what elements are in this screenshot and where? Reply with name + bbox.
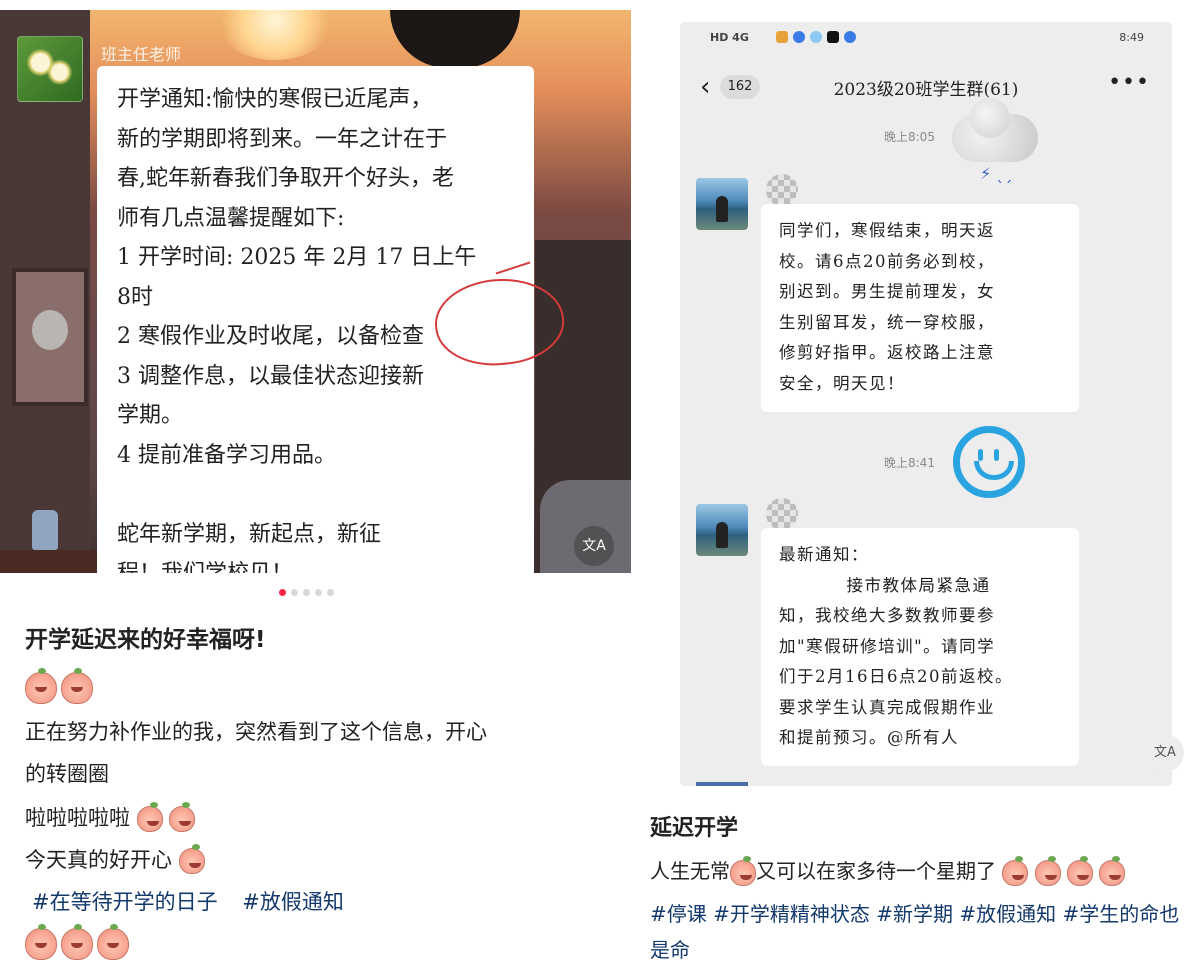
post-body-line: 的转圈圈 [25, 762, 109, 786]
chat-screenshot[interactable]: HD 4G 8:49 ‹ 162 2023级20班学生群(61) ••• 晚上8… [680, 22, 1172, 786]
chat-message-bubble[interactable]: 最新通知： 接市教体局紧急通 知，我校绝大多数教师要参 加"寒假研修培训"。请同… [761, 528, 1079, 766]
post-body-line: 今天真的好开心 [25, 844, 205, 874]
sender-name: 班主任老师 [101, 45, 182, 64]
post-image-carousel[interactable]: 班主任老师 开学通知:愉快的寒假已近尾声， 新的学期即将到来。一年之计在于 春,… [0, 10, 631, 573]
post-body-text: 又可以在家多待一个星期了 [756, 859, 996, 883]
smiley-sticker-icon [953, 426, 1025, 498]
cloud-sticker-icon [952, 98, 1038, 162]
post-body-line: 正在努力补作业的我，突然看到了这个信息，开心 [25, 720, 487, 744]
status-time: 8:49 [1119, 31, 1144, 44]
character-hair-graphic [390, 10, 520, 68]
peach-emoji-icon [1099, 855, 1126, 886]
peach-emoji-icon [25, 924, 57, 960]
post-body-text: 人生无常 [650, 859, 730, 883]
peach-emoji-icon [169, 802, 196, 832]
carousel-indicator [279, 589, 334, 597]
app-icon [793, 31, 805, 43]
left-post: 班主任老师 开学通知:愉快的寒假已近尾声， 新的学期即将到来。一年之计在于 春,… [0, 0, 631, 967]
cat-picture-graphic [12, 268, 88, 406]
translate-button[interactable]: 文A [574, 526, 614, 566]
hashtag-list[interactable]: #停课 #开学精精神状态 #新学期 #放假通知 #学生的命也是命 [650, 896, 1180, 968]
rain-drops-icon: ⚡︎ ˎˏ [980, 164, 1013, 183]
tag-row: #在等待开学的日子 #放假通知 [32, 886, 344, 916]
message-timestamp: 晚上8:41 [884, 456, 935, 470]
peach-emoji-icon [1002, 855, 1029, 886]
carousel-dot[interactable] [327, 589, 334, 596]
next-message-avatar [696, 782, 748, 786]
peach-emoji-icon [730, 855, 756, 886]
peach-emoji-icon [61, 924, 93, 960]
message-timestamp: 晚上8:05 [884, 130, 935, 144]
peach-emoji-icon [25, 668, 57, 704]
carousel-dot[interactable] [315, 589, 322, 596]
app-icon [776, 31, 788, 43]
emoji-row [25, 668, 93, 704]
peach-emoji-icon [61, 668, 93, 704]
carousel-dot[interactable] [303, 589, 310, 596]
hashtag-link[interactable]: #在等待开学的日子 [32, 890, 218, 914]
post-title: 开学延迟来的好幸福呀! [25, 627, 266, 653]
post-body-text: 啦啦啦啦啦 [25, 806, 130, 830]
notice-message-bubble: 开学通知:愉快的寒假已近尾声， 新的学期即将到来。一年之计在于 春,蛇年新春我们… [97, 66, 569, 573]
carousel-dot[interactable] [291, 589, 298, 596]
peach-emoji-icon [97, 924, 129, 960]
more-options-icon[interactable]: ••• [1108, 70, 1150, 95]
translate-button[interactable]: 文A [1146, 734, 1184, 772]
app-icon [844, 31, 856, 43]
app-icon [810, 31, 822, 43]
status-bar: HD 4G 8:49 [680, 22, 1172, 56]
emoji-row [25, 924, 129, 960]
peach-emoji-icon [178, 844, 205, 874]
post-body-line: 人生无常 又可以在家多待一个星期了 [650, 855, 1126, 886]
network-indicator: HD 4G [710, 31, 749, 44]
pitcher-graphic [32, 510, 58, 550]
chat-message-bubble[interactable]: 同学们，寒假结束，明天返 校。请6点20前务必到校， 别迟到。男生提前理发，女 … [761, 204, 1079, 412]
hashtag-link[interactable]: #放假通知 [242, 890, 344, 914]
blurred-sender-name [766, 174, 798, 206]
peach-emoji-icon [1034, 855, 1061, 886]
post-body-line: 啦啦啦啦啦 [25, 802, 196, 832]
peach-emoji-icon [1067, 855, 1094, 886]
sunset-graphic [215, 10, 335, 60]
blurred-sender-name [766, 498, 798, 530]
table-graphic [0, 550, 110, 573]
post-title: 延迟开学 [650, 816, 739, 841]
post-body-text: 今天真的好开心 [25, 848, 172, 872]
peach-emoji-icon [136, 802, 163, 832]
chat-header: ‹ 162 2023级20班学生群(61) ••• [680, 66, 1172, 108]
chat-title: 2023级20班学生群(61) [833, 80, 1019, 100]
app-icon [827, 31, 839, 43]
app-notification-icons [776, 31, 856, 43]
teacher-avatar[interactable] [696, 504, 748, 556]
teacher-avatar[interactable] [696, 178, 748, 230]
carousel-dot[interactable] [279, 589, 286, 596]
sender-avatar [17, 36, 83, 102]
